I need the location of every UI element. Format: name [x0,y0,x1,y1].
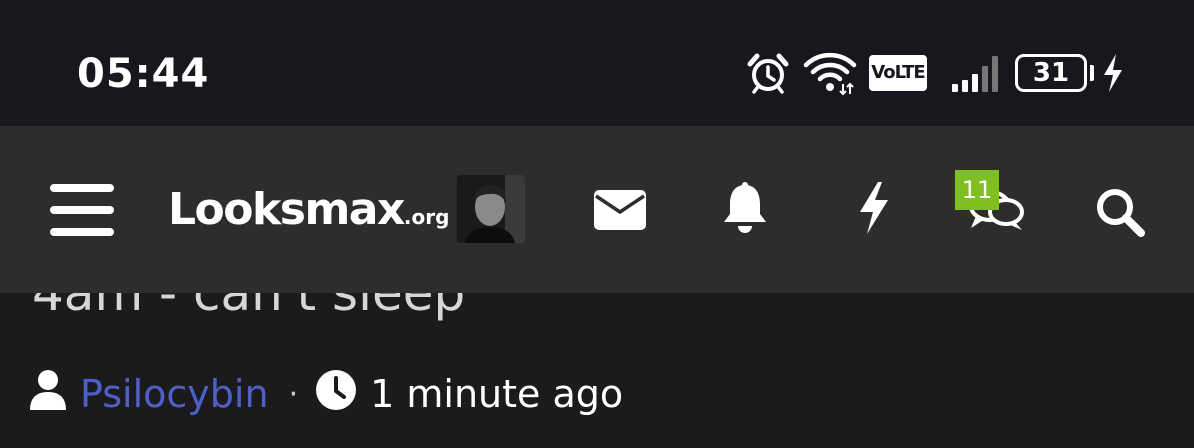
thread-meta: Psilocybin · 1 minute ago [28,369,623,417]
battery-level: 31 [1032,58,1070,88]
user-icon [28,368,68,421]
search-icon[interactable] [1094,186,1146,238]
post-time[interactable]: 1 minute ago [370,372,623,416]
clock-icon [314,368,358,421]
menu-icon[interactable] [50,182,114,238]
avatar[interactable] [457,175,525,243]
nav-bar: Looksmax.org 11 [0,126,1194,293]
mail-icon[interactable] [594,190,646,230]
thread-header: 4am - can't sleep Psilocybin · 1 minute … [0,264,1194,448]
wifi-icon [803,50,857,96]
lightning-icon[interactable] [856,180,892,236]
battery-icon: 31 [1015,54,1087,92]
charging-icon [1100,50,1126,96]
alarm-icon [745,50,791,96]
signal-icon [950,50,1000,96]
battery-nub [1090,65,1094,81]
logo-main: Looksmax [168,184,405,235]
conversations-badge[interactable]: 11 [955,170,999,210]
meta-separator: · [288,376,299,412]
site-logo[interactable]: Looksmax.org [168,184,449,243]
logo-tld: .org [403,205,450,229]
bell-icon[interactable] [722,182,768,234]
status-bar: 05:44 VoLTE 31 [0,0,1194,126]
status-time: 05:44 [77,51,210,97]
volte-icon: VoLTE [869,55,927,91]
author-link[interactable]: Psilocybin [80,372,269,416]
